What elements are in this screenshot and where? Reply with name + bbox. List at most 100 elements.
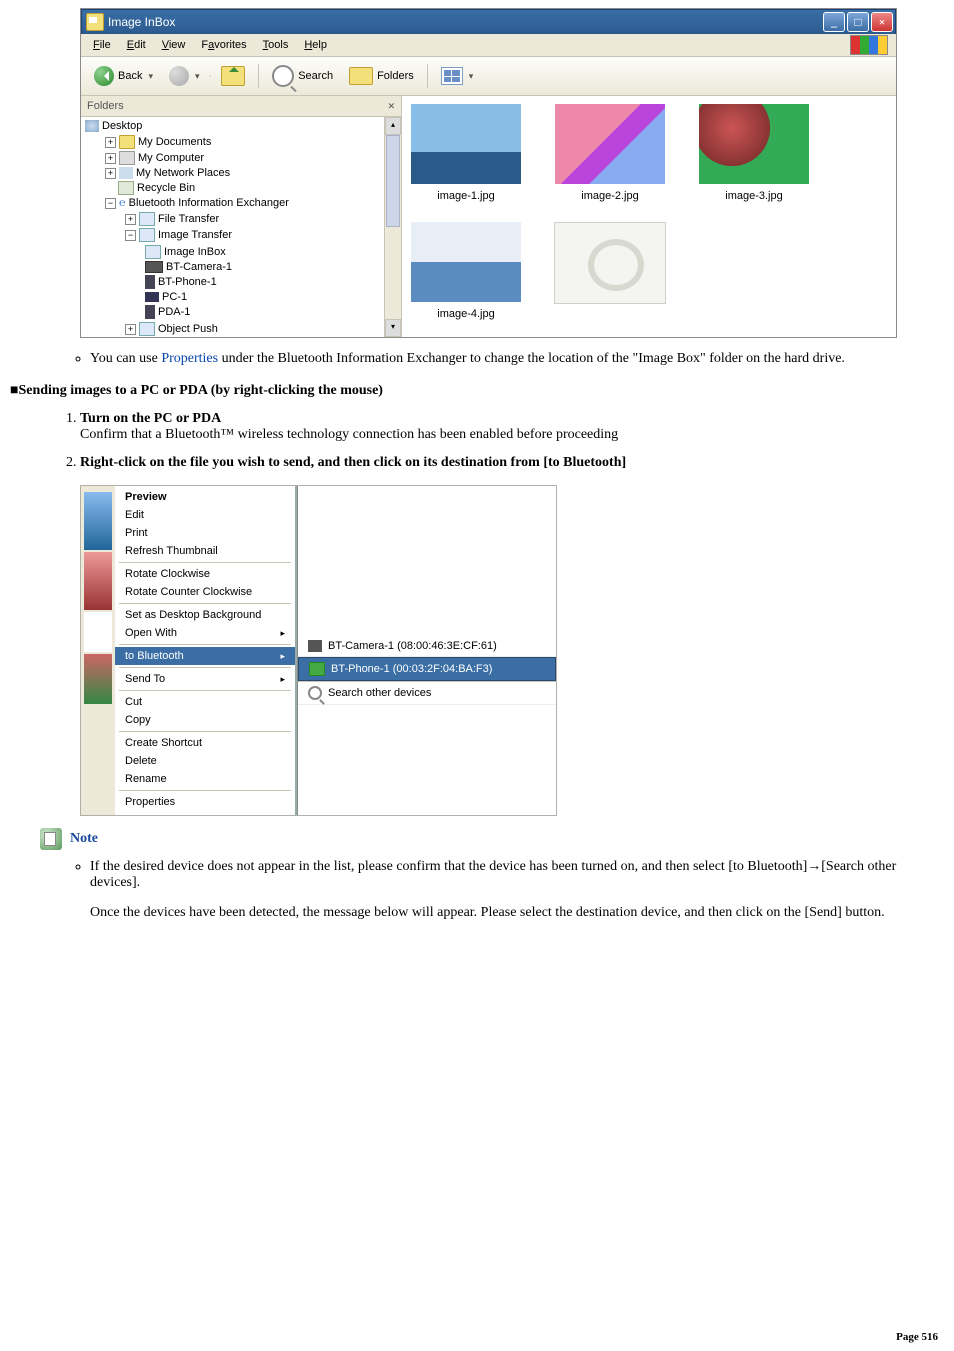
views-icon xyxy=(441,67,463,85)
tree-btphone[interactable]: BT-Phone-1 xyxy=(129,274,384,290)
back-icon xyxy=(94,66,114,86)
back-button[interactable]: Back▾ xyxy=(87,63,160,89)
forward-button[interactable]: ▾ xyxy=(162,63,207,89)
menu-help[interactable]: Help xyxy=(296,37,335,53)
close-button[interactable]: × xyxy=(871,12,893,32)
section-heading: ■Sending images to a PC or PDA (by right… xyxy=(10,383,944,399)
desktop-icon xyxy=(85,120,99,132)
close-pane-button[interactable]: × xyxy=(388,98,395,114)
search-icon xyxy=(308,686,322,700)
tree-imagetransfer[interactable]: −Image Transfer Image InBox BT-Camera-1 … xyxy=(109,227,384,321)
ctx-cut[interactable]: Cut xyxy=(115,693,295,711)
ctx-refresh[interactable]: Refresh Thumbnail xyxy=(115,542,295,560)
titlebar[interactable]: Image InBox _ □ × xyxy=(81,9,896,34)
ctx-copy[interactable]: Copy xyxy=(115,711,295,729)
sub-search[interactable]: Search other devices xyxy=(298,681,556,705)
thumb-item[interactable]: image-1.jpg xyxy=(406,104,526,202)
note-bullet: If the desired device does not appear in… xyxy=(90,856,944,935)
chevron-down-icon: ▾ xyxy=(148,71,153,82)
tree-imageinbox[interactable]: Image InBox xyxy=(129,244,384,260)
expand-icon[interactable]: + xyxy=(105,137,116,148)
menu-favorites[interactable]: Favorites xyxy=(193,37,254,53)
ctx-tobluetooth[interactable]: to Bluetooth▸ xyxy=(115,647,295,665)
properties-link[interactable]: Properties xyxy=(161,351,218,366)
placeholder-icon xyxy=(554,222,666,304)
thumb-item[interactable]: image-4.jpg xyxy=(406,222,526,320)
ctx-rotccw[interactable]: Rotate Counter Clockwise xyxy=(115,583,295,601)
imagetransfer-icon xyxy=(139,228,155,242)
chevron-right-icon: ▸ xyxy=(280,674,285,685)
ctx-delete[interactable]: Delete xyxy=(115,752,295,770)
views-button[interactable]: ▾ xyxy=(434,64,481,88)
ctx-setbg[interactable]: Set as Desktop Background xyxy=(115,606,295,624)
chevron-right-icon: ▸ xyxy=(280,651,285,662)
tree-recycle[interactable]: Recycle Bin xyxy=(89,180,384,196)
step-1: Turn on the PC or PDAConfirm that a Blue… xyxy=(80,405,944,449)
tree-desktop[interactable]: Desktop +My Documents +My Computer +My N… xyxy=(85,119,384,337)
thumbnail-icon xyxy=(411,222,521,302)
throbber-icon xyxy=(850,35,888,55)
ctx-sendto[interactable]: Send To▸ xyxy=(115,670,295,688)
monitor-icon xyxy=(145,292,159,302)
menu-edit[interactable]: Edit xyxy=(119,37,154,53)
ctx-preview[interactable]: Preview xyxy=(115,488,295,506)
minimize-button[interactable]: _ xyxy=(823,12,845,32)
tree-pc1[interactable]: PC-1 xyxy=(129,290,384,304)
folders-pane: Folders × Desktop +My Documents +My Compu… xyxy=(81,96,402,337)
thumbnail-area: image-1.jpg image-2.jpg image-3.jpg imag… xyxy=(402,96,896,337)
thumbnail-icon xyxy=(699,104,809,184)
note-heading: Note xyxy=(40,828,944,850)
filetransfer-icon xyxy=(139,212,155,226)
toolbar: Back▾ ▾ · Search Folders ▾ xyxy=(81,57,896,96)
tree-filetransfer[interactable]: +File Transfer xyxy=(109,211,384,227)
thumbnail-icon xyxy=(411,104,521,184)
ctx-properties[interactable]: Properties xyxy=(115,793,295,811)
bluetooth-submenu: BT-Camera-1 (08:00:46:3E:CF:61) BT-Phone… xyxy=(297,486,556,815)
app-icon xyxy=(86,13,104,31)
tree-mynet[interactable]: +My Network Places xyxy=(89,166,384,180)
sub-btphone[interactable]: BT-Phone-1 (00:03:2F:04:BA:F3) xyxy=(298,657,556,681)
tree-mycomp[interactable]: +My Computer xyxy=(89,150,384,166)
ctx-shortcut[interactable]: Create Shortcut xyxy=(115,734,295,752)
tree-objectpush[interactable]: +Object Push xyxy=(109,321,384,337)
menu-file[interactable]: File xyxy=(85,37,119,53)
folders-icon xyxy=(349,67,373,85)
search-button[interactable]: Search xyxy=(265,62,340,90)
camera-icon xyxy=(145,261,163,273)
ctx-edit[interactable]: Edit xyxy=(115,506,295,524)
folders-button[interactable]: Folders xyxy=(342,64,421,88)
network-icon xyxy=(119,167,133,179)
up-button[interactable] xyxy=(214,63,252,89)
pane-title: Folders xyxy=(87,100,124,112)
scroll-thumb[interactable] xyxy=(386,135,400,227)
tree-btexchanger[interactable]: −℮ Bluetooth Information Exchanger +File… xyxy=(89,196,384,337)
recycle-icon xyxy=(118,181,134,195)
ctx-print[interactable]: Print xyxy=(115,524,295,542)
thumb-placeholder xyxy=(550,222,670,320)
thumb-item[interactable]: image-3.jpg xyxy=(694,104,814,202)
up-icon xyxy=(221,66,245,86)
scroll-down-button[interactable]: ▾ xyxy=(385,319,401,337)
sub-btcamera[interactable]: BT-Camera-1 (08:00:46:3E:CF:61) xyxy=(298,636,556,657)
tree-btcamera[interactable]: BT-Camera-1 xyxy=(129,260,384,274)
context-menu: Preview Edit Print Refresh Thumbnail Rot… xyxy=(115,486,297,815)
scroll-up-button[interactable]: ▴ xyxy=(385,117,401,135)
thumb-item[interactable]: image-2.jpg xyxy=(550,104,670,202)
ctx-rotcw[interactable]: Rotate Clockwise xyxy=(115,565,295,583)
maximize-button[interactable]: □ xyxy=(847,12,869,32)
search-icon xyxy=(272,65,294,87)
computer-icon xyxy=(119,151,135,165)
step-2: Right-click on the file you wish to send… xyxy=(80,449,944,477)
camera-icon xyxy=(308,640,322,652)
thumbnail-icon xyxy=(555,104,665,184)
ctx-rename[interactable]: Rename xyxy=(115,770,295,788)
phone-icon xyxy=(309,662,325,676)
note-icon xyxy=(40,828,62,850)
ctx-openwith[interactable]: Open With▸ xyxy=(115,624,295,642)
tree-mydocs[interactable]: +My Documents xyxy=(89,134,384,150)
tree-scrollbar[interactable]: ▴ ▾ xyxy=(384,117,401,337)
folder-tree: Desktop +My Documents +My Computer +My N… xyxy=(81,117,384,337)
menu-view[interactable]: View xyxy=(154,37,194,53)
tree-pda1[interactable]: PDA-1 xyxy=(129,304,384,320)
menu-tools[interactable]: Tools xyxy=(255,37,297,53)
